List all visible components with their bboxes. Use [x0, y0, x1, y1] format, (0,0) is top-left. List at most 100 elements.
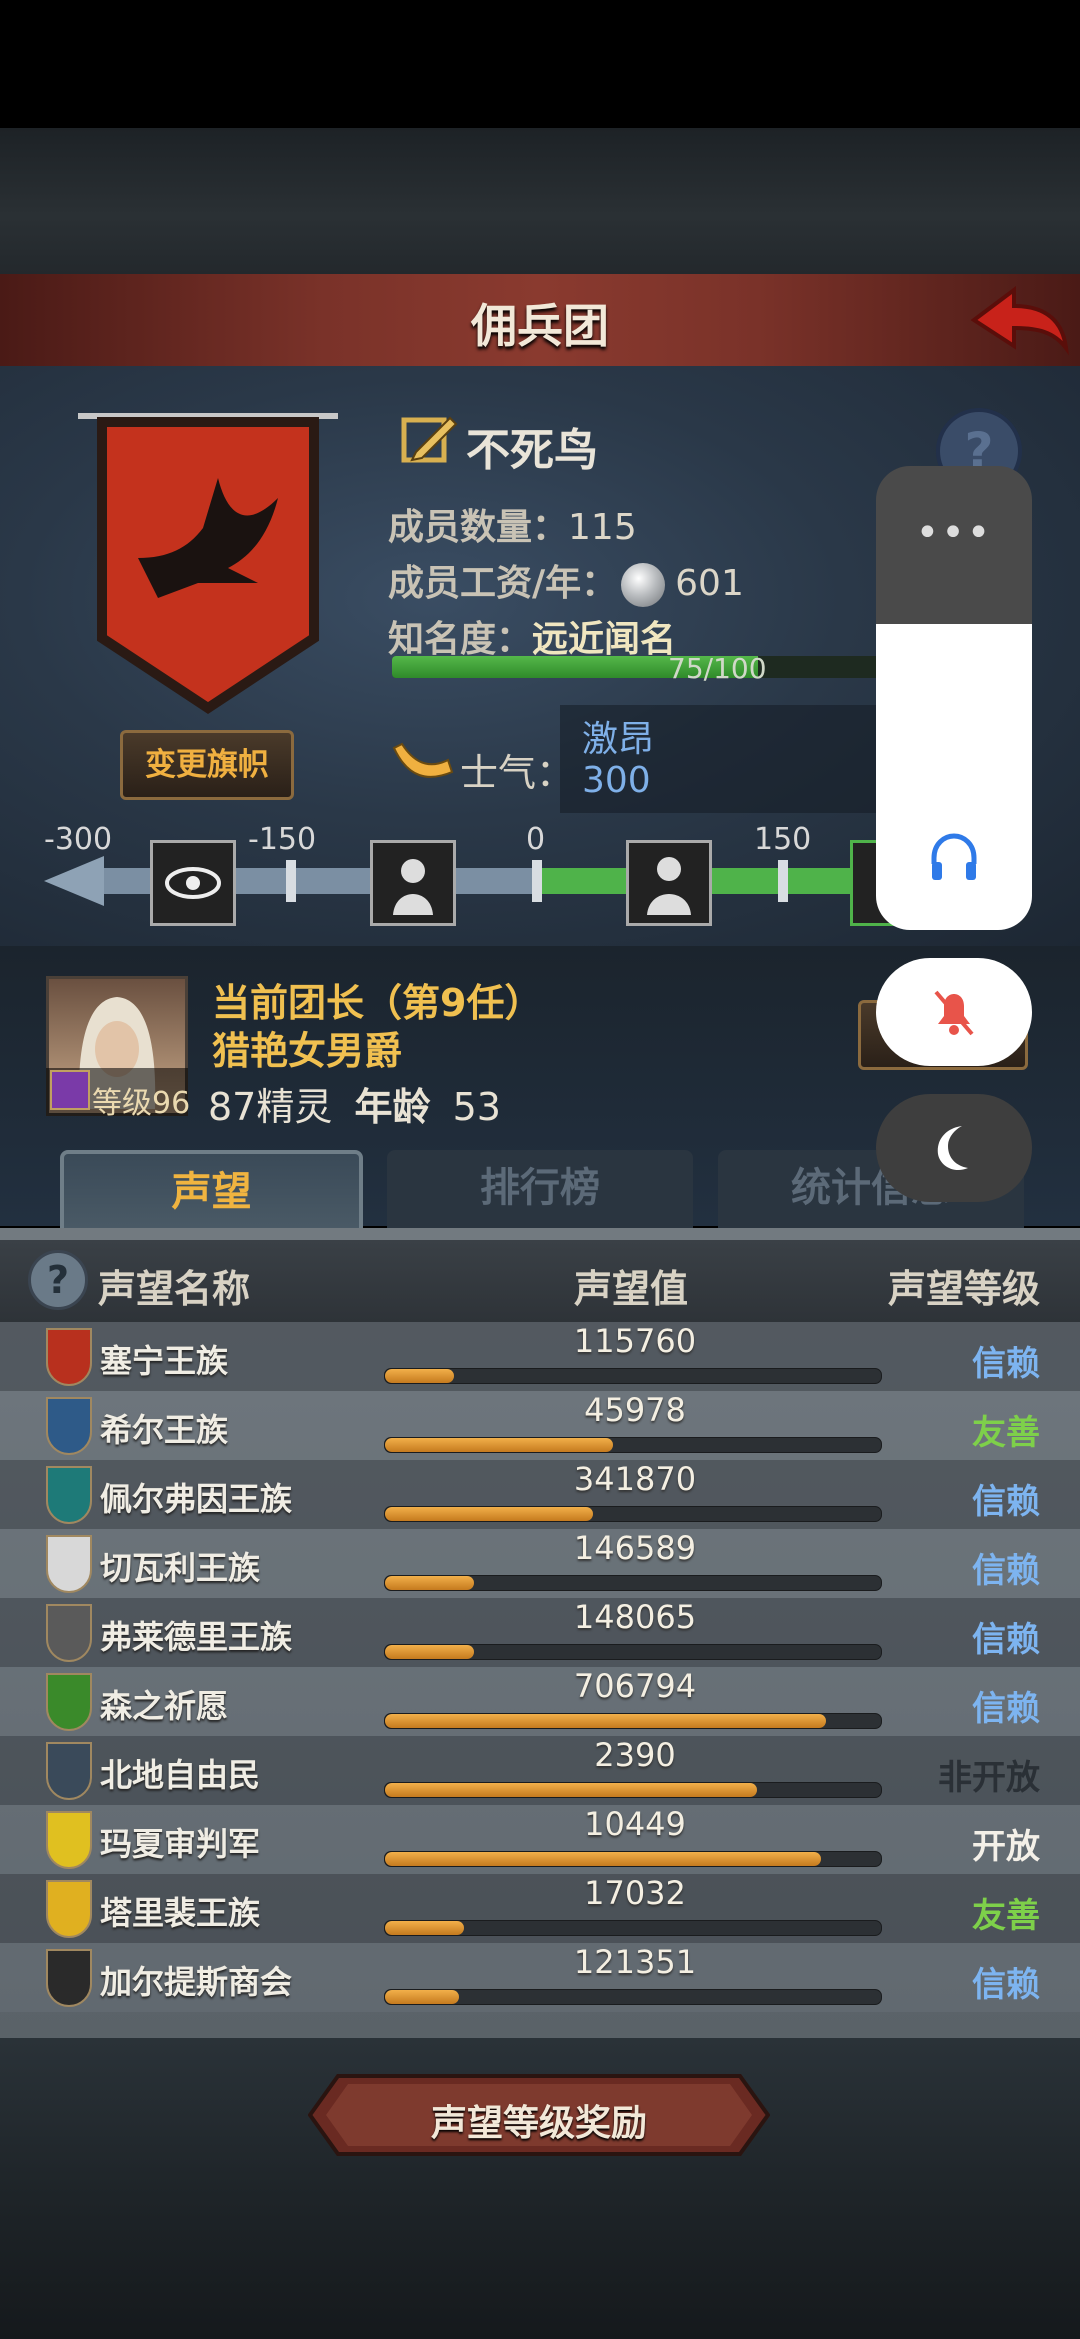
reputation-level: 非开放: [938, 1758, 1040, 1798]
reputation-level: 信赖: [972, 1620, 1040, 1660]
age-value: 53: [452, 1085, 501, 1129]
faction-crest-icon: [46, 1535, 92, 1593]
night-mode-button[interactable]: [876, 1094, 1032, 1202]
table-row[interactable]: 森之祈愿 706794 信赖: [0, 1667, 1080, 1736]
morale-label: 士气：: [460, 751, 575, 795]
tab-reputation[interactable]: 声望: [60, 1150, 363, 1230]
scale-tick: [532, 860, 542, 902]
change-flag-button[interactable]: 变更旗帜: [120, 730, 294, 800]
reputation-bar: [384, 1782, 882, 1798]
faction-name: 佩尔弗因王族: [100, 1480, 293, 1518]
faction-name: 切瓦利王族: [100, 1549, 261, 1587]
morale-value: 300: [582, 760, 651, 801]
headphones-icon: [931, 833, 977, 880]
morale-word: 激昂: [582, 719, 655, 760]
fame-progress-bar: [392, 656, 880, 678]
leader-level: 等级96: [92, 1086, 191, 1121]
mute-bell-button[interactable]: [876, 958, 1032, 1066]
edit-name-icon[interactable]: [398, 410, 458, 470]
members-label: 成员数量：: [388, 507, 569, 548]
horn-icon: [392, 742, 454, 778]
reputation-bar-fill: [385, 1714, 827, 1728]
reputation-level: 开放: [972, 1827, 1040, 1867]
reputation-value: 146589: [573, 1529, 697, 1567]
reputation-bar: [384, 1989, 882, 2005]
wage-value: 601: [675, 563, 744, 604]
age-label: 年龄: [354, 1085, 431, 1129]
reputation-value: 341870: [573, 1460, 697, 1498]
table-row[interactable]: 弗莱德里王族 148065 信赖: [0, 1598, 1080, 1667]
back-arrow-icon[interactable]: [970, 282, 1070, 358]
faction-name: 北地自由民: [100, 1756, 261, 1794]
silver-coin-icon: [621, 563, 666, 607]
faction-crest-icon: [46, 1742, 92, 1800]
reputation-value: 706794: [573, 1667, 697, 1705]
reputation-bar: [384, 1506, 882, 1522]
table-row[interactable]: 北地自由民 2390 非开放: [0, 1736, 1080, 1805]
reputation-level: 信赖: [972, 1689, 1040, 1729]
col-header-name: 声望名称: [98, 1267, 251, 1311]
reputation-bar-fill: [385, 1645, 475, 1659]
fame-label: 知名度：: [388, 619, 533, 660]
mood-despair-icon: [370, 840, 456, 926]
mercenary-name: 不死鸟: [466, 425, 598, 476]
faction-name: 玛夏审判军: [100, 1825, 261, 1863]
mood-eye-icon: [150, 840, 236, 926]
reputation-value: 148065: [573, 1598, 697, 1636]
volume-slider[interactable]: •••: [876, 466, 1032, 930]
tab-leaderboard[interactable]: 排行榜: [387, 1150, 693, 1230]
reputation-bar-fill: [385, 1438, 614, 1452]
phoenix-banner: [78, 413, 338, 714]
tick-label: 0: [526, 822, 546, 857]
reputation-level: 信赖: [972, 1344, 1040, 1384]
reputation-level: 友善: [972, 1413, 1040, 1453]
leader-info: 87精灵 年龄 53: [208, 1076, 501, 1131]
table-row[interactable]: 玛夏审判军 10449 开放: [0, 1805, 1080, 1874]
table-row[interactable]: 塔里裴王族 17032 友善: [0, 1874, 1080, 1943]
leader-name: 猎艳女男爵: [212, 1029, 403, 1073]
reputation-bar-fill: [385, 1576, 475, 1590]
table-row[interactable]: 佩尔弗因王族 341870 信赖: [0, 1460, 1080, 1529]
reputation-bar-fill: [385, 1921, 465, 1935]
reputation-value: 45978: [584, 1391, 686, 1429]
faction-name: 希尔王族: [100, 1411, 229, 1449]
table-row[interactable]: 塞宁王族 115760 信赖: [0, 1322, 1080, 1391]
reputation-bar: [384, 1575, 882, 1591]
reputation-value: 2390: [594, 1736, 676, 1774]
reputation-value: 121351: [573, 1943, 697, 1981]
reputation-value: 115760: [573, 1322, 697, 1360]
moon-icon: [937, 1126, 968, 1171]
faction-crest-icon: [46, 1949, 92, 2007]
faction-name: 加尔提斯商会: [100, 1963, 293, 2001]
reward-button-label[interactable]: 声望等级奖励: [308, 2094, 770, 2146]
morale-scale-fill: [540, 868, 890, 894]
faction-crest-icon: [46, 1673, 92, 1731]
bell-off-icon: [934, 990, 974, 1036]
reputation-bar-fill: [385, 1990, 460, 2004]
staff-icon: [50, 1070, 90, 1110]
fame-row: 知名度：远近闻名: [388, 610, 676, 662]
faction-name: 塞宁王族: [100, 1342, 229, 1380]
scale-tick: [778, 860, 788, 902]
reputation-level: 信赖: [972, 1965, 1040, 2005]
faction-name: 弗莱德里王族: [100, 1618, 293, 1656]
morale-scale-arrow: [44, 856, 104, 906]
col-header-value: 声望值: [574, 1267, 689, 1311]
table-row[interactable]: 切瓦利王族 146589 信赖: [0, 1529, 1080, 1598]
reputation-level: 友善: [972, 1896, 1040, 1936]
fame-progress-text: 75/100: [668, 652, 767, 685]
mood-calm-icon: [626, 840, 712, 926]
table-row[interactable]: 希尔王族 45978 友善: [0, 1391, 1080, 1460]
help-icon[interactable]: ?: [28, 1250, 88, 1310]
reputation-bar: [384, 1368, 882, 1384]
top-background: [0, 128, 1080, 275]
more-options-icon[interactable]: •••: [876, 510, 1032, 556]
reputation-bar-fill: [385, 1369, 455, 1383]
members-row: 成员数量：115: [388, 498, 637, 550]
faction-crest-icon: [46, 1880, 92, 1938]
fame-value: 远近闻名: [532, 619, 677, 660]
scale-tick: [286, 860, 296, 902]
table-row[interactable]: 加尔提斯商会 121351 信赖: [0, 1943, 1080, 2012]
tick-label: -150: [248, 822, 317, 857]
col-header-level: 声望等级: [887, 1267, 1040, 1311]
